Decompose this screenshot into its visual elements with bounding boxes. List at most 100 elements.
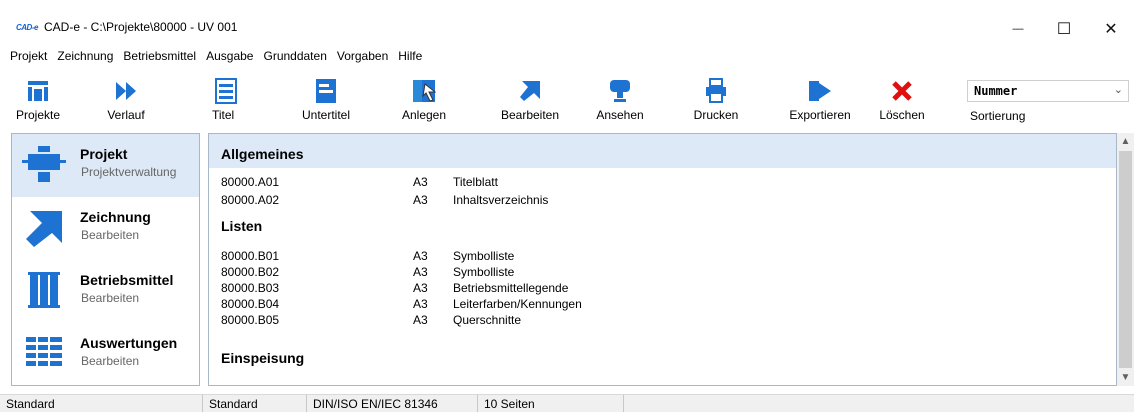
list-row[interactable]: 80000.B01 A3 Symbolliste — [209, 249, 1116, 265]
ansehen-label: Ansehen — [596, 108, 644, 122]
maximize-icon: ☐ — [1056, 21, 1072, 38]
ansehen-button[interactable]: Ansehen — [590, 68, 650, 132]
sheet-number: 80000.B05 — [221, 313, 280, 327]
menu-hilfe[interactable]: Hilfe — [394, 44, 428, 68]
drawing-list: Allgemeines 80000.A01 A3 Titelblatt 8000… — [208, 133, 1117, 386]
projects-icon — [24, 78, 52, 104]
group-title: Einspeisung — [221, 350, 305, 366]
anlegen-button[interactable]: Anlegen — [396, 68, 452, 132]
sheet-number: 80000.B01 — [221, 249, 280, 263]
vertical-scrollbar[interactable]: ▲ ▼ — [1117, 133, 1134, 386]
list-row[interactable]: 80000.A01 A3 Titelblatt — [209, 175, 1116, 191]
loeschen-label: Löschen — [879, 108, 925, 122]
group-header-allgemeines[interactable]: Allgemeines — [209, 134, 1116, 168]
minimize-icon: — — [1012, 23, 1024, 35]
sheet-number: 80000.A01 — [221, 175, 280, 189]
drucken-label: Drucken — [693, 108, 739, 122]
equipment-icon — [22, 270, 66, 310]
toolbar: Projekte Verlauf Titel Untertitel Anlege… — [0, 68, 1134, 132]
titel-button[interactable]: Titel — [206, 68, 246, 132]
status-segment: Standard — [203, 395, 307, 412]
sheet-format: A3 — [413, 249, 428, 263]
nav-subtitle-auswertungen: Bearbeiten — [81, 354, 140, 368]
list-row[interactable]: 80000.B04 A3 Leiterfarben/Kennungen — [209, 297, 1116, 313]
scroll-down-icon[interactable]: ▼ — [1117, 369, 1134, 386]
minimize-button[interactable]: — — [995, 14, 1041, 44]
exportieren-button[interactable]: Exportieren — [782, 68, 858, 132]
sort-label: Sortierung — [970, 109, 1026, 123]
untertitel-label: Untertitel — [301, 108, 351, 122]
status-segment: DIN/ISO EN/IEC 81346 — [307, 395, 478, 412]
menu-bar: Projekt Zeichnung Betriebsmittel Ausgabe… — [0, 44, 1134, 68]
history-icon — [112, 78, 140, 104]
nav-panel: Projekt Projektverwaltung Zeichnung Bear… — [11, 133, 200, 386]
export-icon — [806, 78, 834, 104]
menu-grunddaten[interactable]: Grunddaten — [259, 44, 332, 68]
group-header-listen[interactable]: Listen — [209, 206, 1116, 240]
reports-icon — [22, 333, 66, 373]
status-segment: 10 Seiten — [478, 395, 624, 412]
nav-title-projekt: Projekt — [80, 146, 128, 162]
scroll-up-icon[interactable]: ▲ — [1117, 133, 1134, 150]
sheet-number: 80000.B02 — [221, 265, 280, 279]
sheet-format: A3 — [413, 175, 428, 189]
bearbeiten-button[interactable]: Bearbeiten — [492, 68, 568, 132]
sheet-number: 80000.B04 — [221, 297, 280, 311]
titel-label: Titel — [212, 108, 235, 122]
verlauf-label: Verlauf — [107, 108, 145, 122]
subtitle-icon — [312, 78, 340, 104]
printer-icon — [702, 78, 730, 104]
close-button[interactable]: ✕ — [1088, 14, 1134, 44]
maximize-button[interactable]: ☐ — [1041, 14, 1087, 44]
anlegen-label: Anlegen — [401, 108, 447, 122]
sheet-number: 80000.B03 — [221, 281, 280, 295]
edit-arrow-icon — [516, 78, 544, 104]
verlauf-button[interactable]: Verlauf — [102, 68, 150, 132]
drucken-button[interactable]: Drucken — [686, 68, 746, 132]
window-title: CAD-e - C:\Projekte\80000 - UV 001 — [44, 20, 238, 34]
group-title: Listen — [221, 218, 263, 234]
nav-subtitle-projekt: Projektverwaltung — [81, 165, 177, 179]
sort-value: Nummer — [974, 84, 1018, 98]
title-icon — [212, 78, 240, 104]
projekte-label: Projekte — [15, 108, 61, 122]
chevron-down-icon: ⌄ — [1113, 84, 1123, 96]
status-segment: Standard — [0, 395, 203, 412]
group-header-einspeisung[interactable]: Einspeisung — [209, 338, 1116, 372]
scroll-thumb[interactable] — [1119, 151, 1132, 368]
sheet-name: Inhaltsverzeichnis — [453, 193, 549, 207]
sort-select[interactable]: Nummer ⌄ — [967, 80, 1129, 102]
delete-icon — [888, 78, 916, 104]
menu-vorgaben[interactable]: Vorgaben — [333, 44, 394, 68]
create-icon — [410, 78, 438, 104]
sheet-format: A3 — [413, 297, 428, 311]
sheet-name: Titelblatt — [453, 175, 498, 189]
exportieren-label: Exportieren — [789, 108, 851, 122]
menu-projekt[interactable]: Projekt — [6, 44, 53, 68]
sheet-name: Leiterfarben/Kennungen — [453, 297, 582, 311]
nav-item-zeichnung[interactable]: Zeichnung Bearbeiten — [12, 197, 199, 260]
sheet-name: Symbolliste — [453, 249, 515, 263]
list-row[interactable]: 80000.B02 A3 Symbolliste — [209, 265, 1116, 281]
untertitel-button[interactable]: Untertitel — [296, 68, 356, 132]
sheet-name: Symbolliste — [453, 265, 515, 279]
nav-item-betriebsmittel[interactable]: Betriebsmittel Bearbeiten — [12, 260, 199, 323]
loeschen-button[interactable]: Löschen — [874, 68, 930, 132]
menu-betriebsmittel[interactable]: Betriebsmittel — [119, 44, 202, 68]
view-icon — [606, 78, 634, 104]
nav-subtitle-zeichnung: Bearbeiten — [81, 228, 140, 242]
nav-item-auswertungen[interactable]: Auswertungen Bearbeiten — [12, 323, 199, 385]
group-title: Allgemeines — [221, 146, 304, 162]
menu-ausgabe[interactable]: Ausgabe — [202, 44, 259, 68]
app-logo: CAD‑e — [16, 23, 38, 32]
title-bar: CAD‑e CAD-e - C:\Projekte\80000 - UV 001… — [0, 0, 1134, 44]
nav-item-projekt[interactable]: Projekt Projektverwaltung — [12, 134, 199, 197]
list-row[interactable]: 80000.B03 A3 Betriebsmittellegende — [209, 281, 1116, 297]
sheet-name: Querschnitte — [453, 313, 522, 327]
menu-zeichnung[interactable]: Zeichnung — [53, 44, 119, 68]
projekte-button[interactable]: Projekte — [14, 68, 62, 132]
sheet-format: A3 — [413, 193, 428, 207]
sheet-number: 80000.A02 — [221, 193, 280, 207]
nav-subtitle-betriebsmittel: Bearbeiten — [81, 291, 140, 305]
list-row[interactable]: 80000.B05 A3 Querschnitte — [209, 313, 1116, 329]
